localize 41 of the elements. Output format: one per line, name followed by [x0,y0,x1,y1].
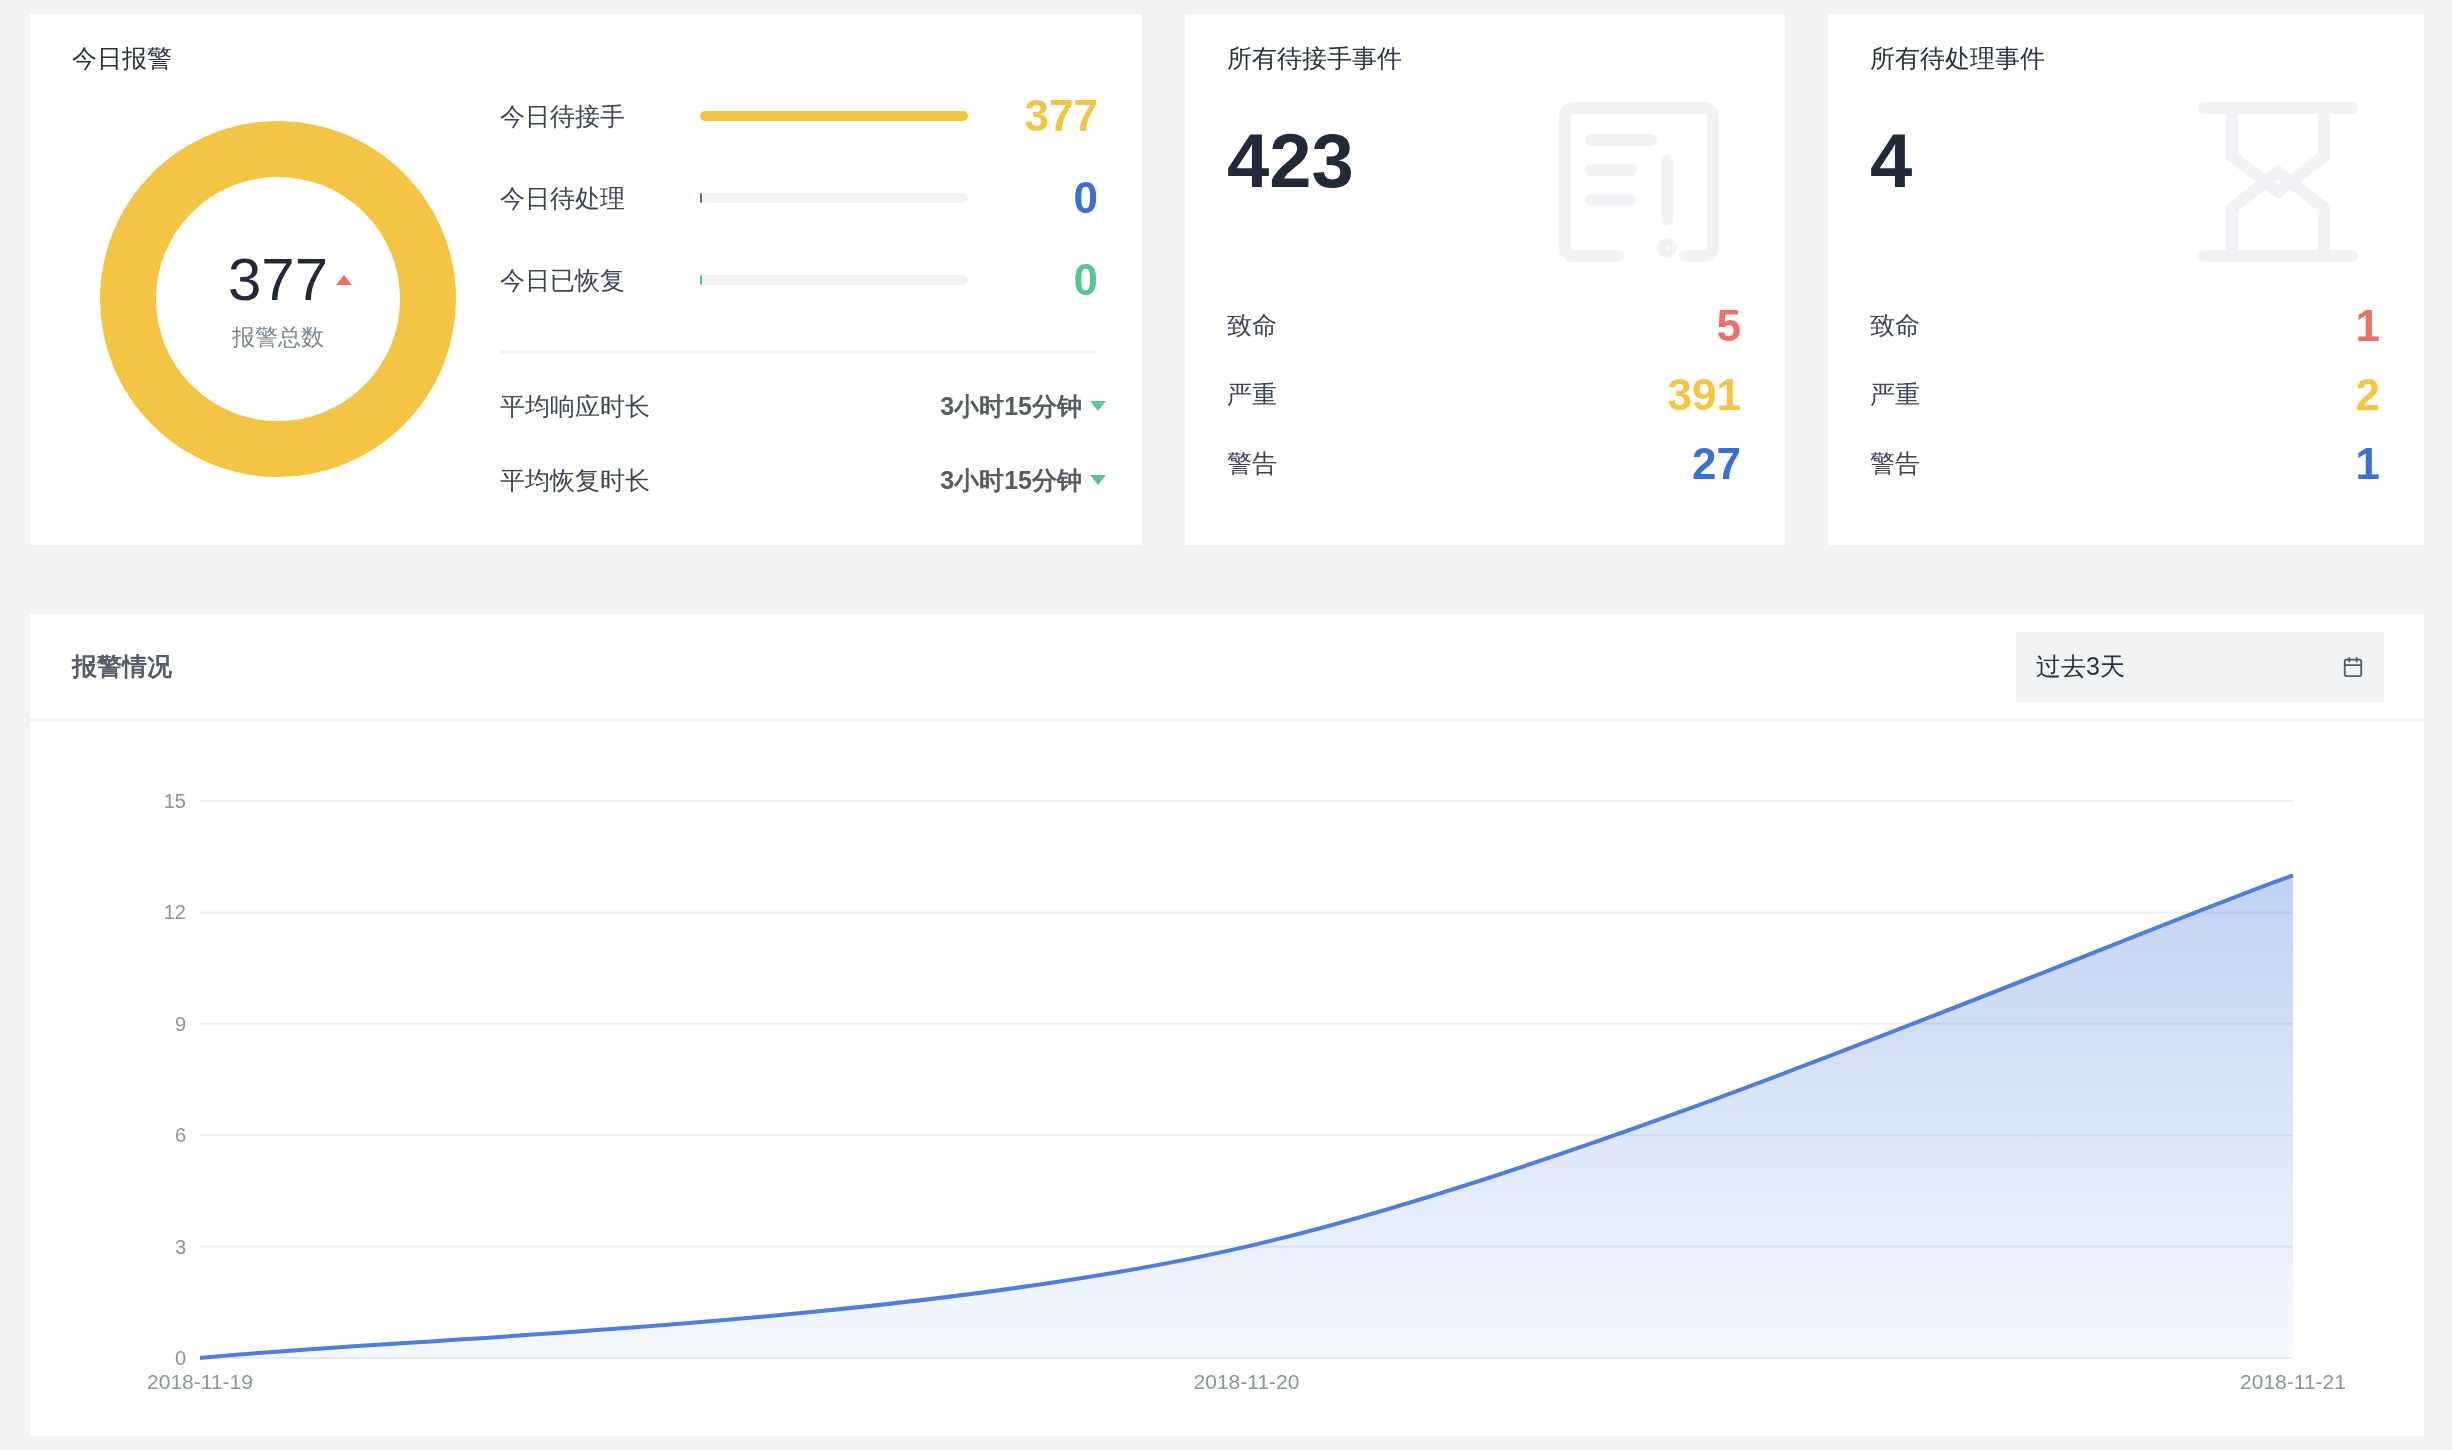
severity-count: 1 [2355,438,2380,489]
card-title: 所有待接手事件 [1227,43,1403,74]
axis-label: 3 [174,1235,186,1258]
axis-label: 12 [163,901,186,924]
severity-label: 致命 [1227,310,1277,341]
axis-label: 2018-11-20 [1193,1370,1300,1393]
duration-label: 平均恢复时长 [500,464,650,496]
stat-label: 今日已恢复 [500,264,626,296]
event-count: 423 [1227,117,1354,204]
stat-label: 今日待接手 [500,100,626,132]
card-title: 今日报警 [72,43,173,74]
duration-label: 平均响应时长 [500,390,650,422]
panel-title: 报警情况 [72,651,172,682]
severity-count: 2 [2355,369,2380,420]
duration-value: 3小时15分钟 [940,464,1082,496]
duration-value: 3小时15分钟 [940,390,1082,422]
severity-label: 警告 [1870,448,1920,479]
stat-value: 0 [1072,255,1098,305]
stat-label: 今日待处理 [500,182,626,214]
axis-label: 2018-11-19 [147,1370,253,1393]
date-range-picker[interactable]: 过去3天 [2016,631,2384,702]
stat-value: 0 [1072,173,1098,223]
axis-label: 0 [174,1347,186,1369]
total-count: 377 [227,245,329,314]
axis-label: 6 [174,1124,186,1147]
severity-label: 致命 [1870,310,1920,341]
severity-label: 警告 [1227,448,1277,479]
severity-count: 1 [2355,300,2380,351]
stat-value: 377 [1023,91,1098,141]
severity-count: 5 [1716,300,1741,351]
axis-label: 2018-11-21 [2240,1370,2346,1393]
card-title: 所有待处理事件 [1870,43,2046,74]
axis-label: 15 [163,790,186,812]
event-count: 4 [1870,117,1913,204]
severity-label: 严重 [1227,379,1277,410]
severity-count: 391 [1667,369,1741,420]
severity-count: 27 [1692,438,1741,489]
total-label: 报警总数 [232,323,324,352]
severity-label: 严重 [1870,379,1920,410]
calendar-icon [2342,655,2364,678]
axis-label: 9 [174,1012,186,1035]
